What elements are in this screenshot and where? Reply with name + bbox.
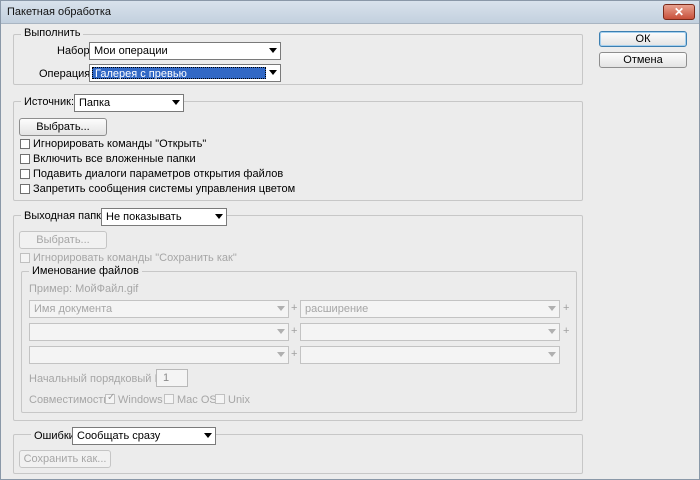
chevron-down-icon (548, 352, 556, 357)
serial-number-input[interactable]: 1 (156, 369, 188, 387)
errors-value: Сообщать сразу (77, 430, 161, 442)
override-save-label: Игнорировать команды "Сохранить как" (33, 252, 237, 264)
serial-number-value: 1 (163, 372, 170, 384)
errors-save-as-button[interactable]: Сохранить как... (19, 450, 111, 468)
compat-windows-checkbox[interactable]: ✓ (105, 392, 116, 404)
errors-select[interactable]: Сообщать сразу (72, 427, 216, 445)
set-value: Мои операции (94, 45, 168, 57)
suppress-open-dialogs-checkbox[interactable] (20, 169, 30, 179)
destination-choose-button[interactable]: Выбрать... (19, 231, 107, 249)
naming-field-5[interactable] (29, 346, 289, 364)
naming-field-3[interactable] (29, 323, 289, 341)
compat-unix-label: Unix (228, 394, 251, 406)
naming-field-1-value: Имя документа (34, 303, 113, 315)
set-label: Набор: (57, 45, 93, 57)
suppress-color-warnings-checkbox[interactable] (20, 184, 30, 194)
compat-windows-label: Windows (118, 394, 163, 406)
source-choose-button[interactable]: Выбрать... (19, 118, 107, 136)
file-naming-legend: Именование файлов (29, 265, 142, 277)
override-save-checkbox[interactable] (20, 253, 30, 263)
include-subfolders-checkbox[interactable] (20, 154, 30, 164)
source-value: Папка (79, 97, 111, 109)
action-label: Операция: (39, 68, 94, 80)
plus-symbol: + (563, 325, 570, 337)
source-label: Источник: (21, 96, 78, 108)
set-select[interactable]: Мои операции (89, 42, 281, 60)
close-button[interactable]: ✕ (663, 4, 695, 20)
chevron-down-icon (204, 433, 212, 438)
compat-macos-label: Mac OS (177, 394, 217, 406)
ignore-open-checkbox[interactable] (20, 139, 30, 149)
plus-symbol: + (291, 325, 298, 337)
serial-number-label: Начальный порядковый №: (29, 373, 170, 385)
cancel-button[interactable]: Отмена (599, 52, 687, 68)
naming-field-2-value: расширение (305, 303, 369, 315)
chevron-down-icon (277, 329, 285, 334)
source-select[interactable]: Папка (74, 94, 184, 112)
plus-symbol: + (291, 348, 298, 360)
title-bar[interactable]: Пакетная обработка ✕ (1, 1, 699, 24)
chevron-down-icon (172, 100, 180, 105)
suppress-open-dialogs-label: Подавить диалоги параметров открытия фай… (33, 168, 284, 180)
suppress-color-warnings-label: Запретить сообщения системы управления ц… (33, 183, 296, 195)
close-icon: ✕ (673, 5, 685, 19)
plus-symbol: + (563, 302, 570, 314)
chevron-down-icon (548, 329, 556, 334)
chevron-down-icon (277, 306, 285, 311)
ok-button[interactable]: ОК (599, 31, 687, 47)
chevron-down-icon (269, 48, 277, 53)
chevron-down-icon (269, 70, 277, 75)
destination-label: Выходная папка: (21, 210, 114, 222)
action-selection-highlight: Галерея с превью (92, 67, 266, 80)
compat-macos-checkbox[interactable] (164, 394, 174, 404)
naming-field-6[interactable] (300, 346, 560, 364)
compat-unix-checkbox[interactable] (215, 394, 225, 404)
check-icon: ✓ (107, 392, 116, 403)
play-legend: Выполнить (21, 27, 84, 39)
naming-example: Пример: МойФайл.gif (29, 283, 139, 295)
destination-select[interactable]: Не показывать (101, 208, 227, 226)
destination-value: Не показывать (106, 211, 182, 223)
include-subfolders-label: Включить все вложенные папки (33, 153, 196, 165)
plus-symbol: + (291, 302, 298, 314)
chevron-down-icon (548, 306, 556, 311)
naming-field-1[interactable]: Имя документа (29, 300, 289, 318)
compatibility-label: Совместимость: (29, 394, 113, 406)
naming-field-2[interactable]: расширение (300, 300, 560, 318)
chevron-down-icon (277, 352, 285, 357)
window-title: Пакетная обработка (7, 6, 111, 18)
batch-dialog: Пакетная обработка ✕ ОК Отмена Выполнить… (0, 0, 700, 480)
action-select[interactable]: Галерея с превью (89, 64, 281, 82)
chevron-down-icon (215, 214, 223, 219)
naming-field-4[interactable] (300, 323, 560, 341)
action-value: Галерея с превью (95, 68, 187, 80)
ignore-open-label: Игнорировать команды "Открыть" (33, 138, 207, 150)
